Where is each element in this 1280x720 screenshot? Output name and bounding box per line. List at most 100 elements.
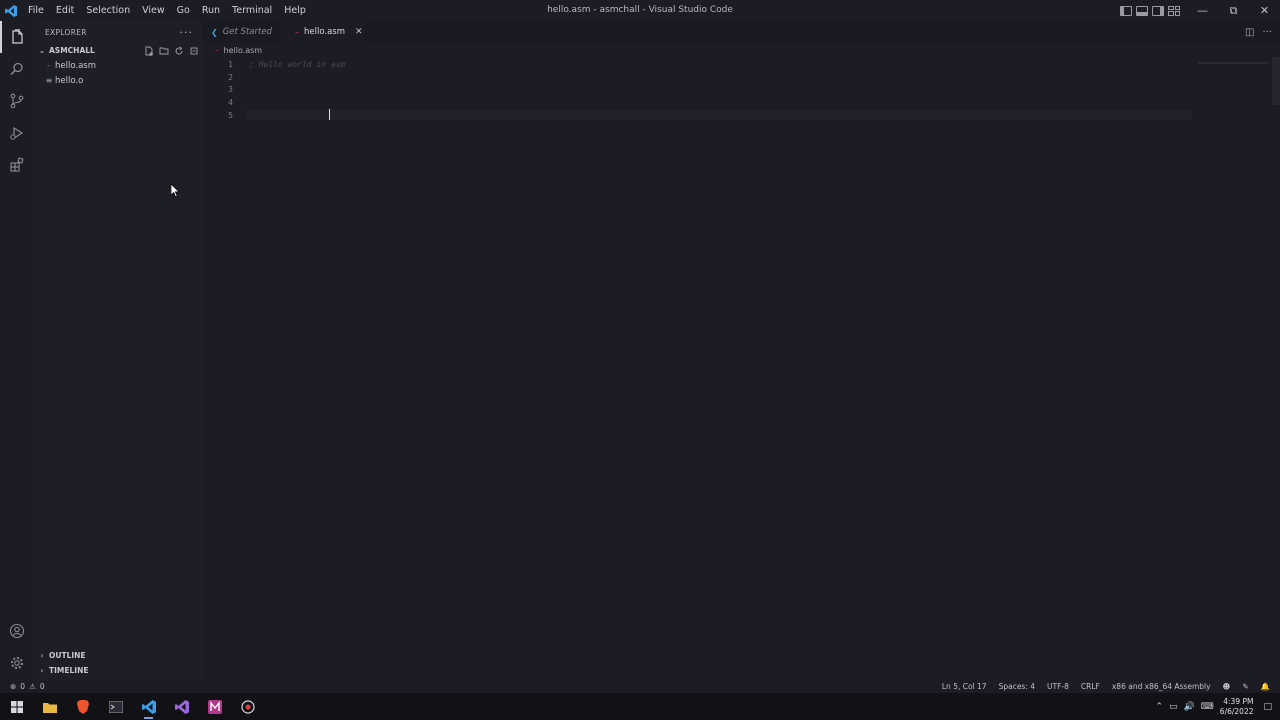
chevron-down-icon: ⌄ [38,46,46,55]
asm-file-icon: – [215,46,219,54]
clock-time: 4:39 PM [1223,696,1254,706]
sidebar-title: EXPLORER [45,27,87,37]
editor-scrollbar[interactable] [1272,57,1280,105]
explorer-files-icon[interactable] [0,21,33,53]
bell-icon[interactable]: 🔔 [1261,682,1270,691]
notification-icon[interactable]: □ [1263,702,1272,712]
chevron-up-icon[interactable]: ⌃ [1156,702,1164,712]
close-window-icon[interactable]: ✕ [1249,0,1280,21]
terminal-icon[interactable] [99,693,132,720]
generic-file-icon: ≡ [45,76,53,85]
chevron-right-icon: › [40,651,44,660]
vscode-logo-icon [0,0,22,21]
split-editor-icon[interactable]: ◫ [1245,27,1254,38]
cursor-position[interactable]: Ln 5, Col 17 [942,682,987,691]
account-icon[interactable] [0,615,33,647]
source-control-icon[interactable] [0,85,33,117]
menu-help[interactable]: Help [278,0,312,21]
title-bar: File Edit Selection View Go Run Terminal… [0,0,1280,21]
explorer-sidebar: EXPLORER ··· ⌄ ASMCHALL – hello.asm ≡ he… [33,21,203,680]
code-line: 3 [203,83,1203,96]
problems-indicator[interactable]: ⊗ 0 ⚠ 0 [10,682,45,691]
file-explorer-icon[interactable] [33,693,66,720]
code-line: 1 ; Hello world in asm [203,58,1203,71]
menu-terminal[interactable]: Terminal [226,0,278,21]
code-line: 5 [203,109,1203,122]
copilot-icon[interactable]: ☻ [1223,682,1231,691]
folder-name: ASMCHALL [49,46,95,55]
line-number: 3 [228,85,233,94]
toggle-panel-icon[interactable] [1136,5,1148,16]
more-actions-icon[interactable]: ··· [1262,27,1272,38]
vscode-logo-icon: ❮ [211,27,218,37]
search-icon[interactable] [0,53,33,85]
close-icon[interactable]: ✕ [355,27,363,37]
customize-layout-icon[interactable] [1168,5,1180,16]
code-editor[interactable]: 1 ; Hello world in asm 2 3 4 5 [203,57,1280,680]
outline-label: OUTLINE [49,651,86,660]
more-actions-icon[interactable]: ··· [180,26,194,39]
visual-studio-icon[interactable] [165,693,198,720]
file-item-hello-asm[interactable]: – hello.asm [33,58,203,73]
windows-start-icon[interactable] [0,693,33,720]
file-name: hello.o [55,75,84,86]
menu-view[interactable]: View [136,0,171,21]
volume-icon[interactable]: 🔊 [1184,702,1195,712]
language-mode[interactable]: x86 and x86_64 Assembly [1112,682,1211,691]
collapse-all-icon[interactable] [189,46,199,56]
status-right: Ln 5, Col 17 Spaces: 4 UTF-8 CRLF x86 an… [942,682,1270,691]
menu-go[interactable]: Go [171,0,196,21]
new-file-icon[interactable] [144,46,154,56]
gear-icon[interactable] [0,647,33,679]
vscode-taskbar-icon[interactable] [132,693,165,720]
brave-browser-icon[interactable] [66,693,99,720]
menu-run[interactable]: Run [196,0,226,21]
timeline-label: TIMELINE [49,666,89,675]
error-icon: ⊗ [10,682,17,691]
line-ending[interactable]: CRLF [1081,682,1100,691]
breadcrumb: – hello.asm [203,43,262,57]
line-text: ; Hello world in asm [249,60,346,69]
window-controls: — ⧉ ✕ [1187,0,1280,21]
folder-actions [144,43,199,58]
indentation[interactable]: Spaces: 4 [999,682,1035,691]
outline-section-header[interactable]: › OUTLINE [33,648,203,663]
ime-icon[interactable]: ⌨ [1201,702,1214,712]
new-folder-icon[interactable] [159,46,169,56]
sidebar-bottom-sections: › OUTLINE › TIMELINE [33,648,203,678]
timeline-section-header[interactable]: › TIMELINE [33,663,203,678]
line-number: 4 [228,98,233,107]
toggle-primary-sidebar-icon[interactable] [1120,5,1132,16]
line-number: 1 [228,60,233,69]
tab-label: Get Started [222,27,272,37]
minimize-icon[interactable]: — [1187,0,1218,21]
menu-file[interactable]: File [22,0,50,21]
m-app-icon[interactable] [198,693,231,720]
restore-icon[interactable]: ⧉ [1218,0,1249,21]
toggle-secondary-sidebar-icon[interactable] [1152,5,1164,16]
network-icon[interactable]: ▭ [1169,702,1178,712]
menu-edit[interactable]: Edit [50,0,80,21]
layout-controls [1120,0,1180,21]
asm-file-icon: – [295,27,299,37]
breadcrumb-item[interactable]: hello.asm [224,46,263,55]
tab-hello-asm[interactable]: – hello.asm ✕ [287,21,363,43]
tab-label: hello.asm [304,27,346,37]
file-item-hello-o[interactable]: ≡ hello.o [33,73,203,88]
text-cursor [329,109,330,120]
tab-get-started[interactable]: ❮ Get Started [203,21,287,43]
feedback-icon[interactable]: ✎ [1242,682,1248,691]
encoding[interactable]: UTF-8 [1047,682,1069,691]
recorder-icon[interactable] [231,693,264,720]
clock[interactable]: 4:39 PM 6/6/2022 [1220,697,1254,717]
run-debug-icon[interactable] [0,117,33,149]
file-name: hello.asm [55,60,97,71]
extensions-icon[interactable] [0,149,33,181]
menu-selection[interactable]: Selection [80,0,136,21]
minimap[interactable] [1198,62,1268,64]
chevron-right-icon: › [40,666,44,675]
folder-section-header[interactable]: ⌄ ASMCHALL [33,43,203,58]
error-count: 0 [20,682,26,691]
line-number: 5 [228,111,233,120]
refresh-icon[interactable] [174,46,184,56]
